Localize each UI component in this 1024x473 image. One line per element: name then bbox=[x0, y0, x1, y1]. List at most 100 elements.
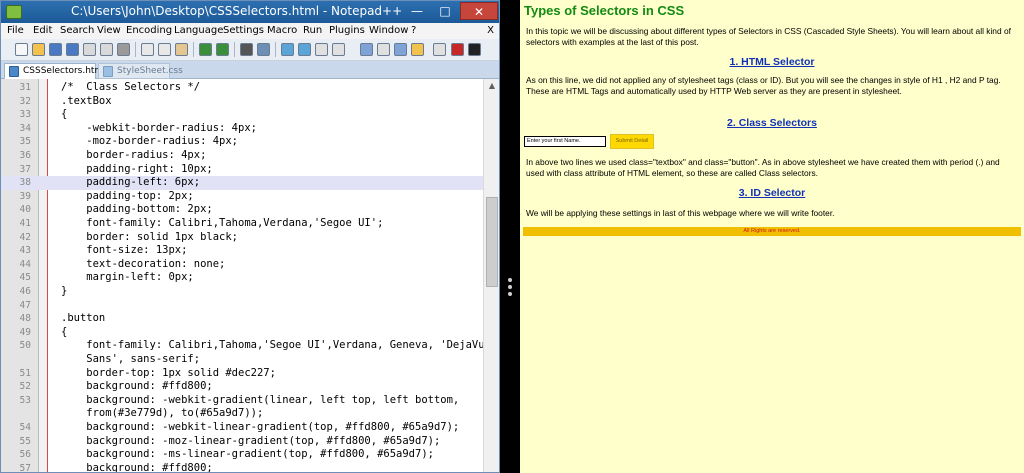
code-line[interactable]: 36 border-radius: 4px; bbox=[1, 149, 483, 163]
record-macro-icon[interactable] bbox=[451, 43, 464, 56]
splitter-handle-icon[interactable] bbox=[508, 278, 512, 296]
code-line[interactable]: 32 .textBox bbox=[1, 95, 483, 109]
menu-file[interactable]: File bbox=[7, 25, 24, 36]
undo-icon[interactable] bbox=[199, 43, 212, 56]
menu-plugins[interactable]: Plugins bbox=[329, 25, 365, 36]
line-number: 56 bbox=[19, 449, 31, 461]
menu-search[interactable]: Search bbox=[60, 25, 94, 36]
menu-settings[interactable]: Settings bbox=[223, 25, 264, 36]
code-line[interactable]: 48 .button bbox=[1, 312, 483, 326]
close-all-icon[interactable] bbox=[100, 43, 113, 56]
code-text: padding-left: 6px; bbox=[61, 176, 201, 189]
first-name-textbox[interactable]: Enter your first Name. bbox=[524, 136, 606, 147]
line-number: 42 bbox=[19, 231, 31, 243]
open-file-icon[interactable] bbox=[32, 43, 45, 56]
code-line[interactable]: 39 padding-top: 2px; bbox=[1, 190, 483, 204]
save-all-icon[interactable] bbox=[66, 43, 79, 56]
code-line[interactable]: 41 font-family: Calibri,Tahoma,Verdana,'… bbox=[1, 217, 483, 231]
code-line[interactable]: 55 background: -moz-linear-gradient(top,… bbox=[1, 435, 483, 449]
close-button[interactable]: ✕ bbox=[460, 2, 498, 20]
code-line[interactable]: 53 background: -webkit-gradient(linear, … bbox=[1, 394, 483, 408]
print-icon[interactable] bbox=[117, 43, 130, 56]
menu-view[interactable]: View bbox=[97, 25, 121, 36]
sync-scroll-icon[interactable] bbox=[315, 43, 328, 56]
line-number: 47 bbox=[19, 299, 31, 311]
tab-stylesheet[interactable]: StyleSheet.css bbox=[98, 63, 183, 79]
menu-help[interactable]: ? bbox=[411, 25, 416, 36]
code-line[interactable]: 33 { bbox=[1, 108, 483, 122]
user-language-icon[interactable] bbox=[411, 43, 424, 56]
code-line[interactable]: 43 font-size: 13px; bbox=[1, 244, 483, 258]
show-all-chars-icon[interactable] bbox=[377, 43, 390, 56]
sync-horizontal-icon[interactable] bbox=[332, 43, 345, 56]
code-editor[interactable]: 31 /* Class Selectors */ 32 .textBox 33 {34 -… bbox=[1, 79, 483, 472]
toolbar bbox=[1, 39, 499, 61]
redo-icon[interactable] bbox=[216, 43, 229, 56]
code-line[interactable]: 57 background: #ffd800; bbox=[1, 462, 483, 472]
code-line[interactable]: 50 font-family: Calibri,Tahoma,'Segoe UI… bbox=[1, 339, 483, 353]
code-line[interactable]: 34 -webkit-border-radius: 4px; bbox=[1, 122, 483, 136]
code-line[interactable]: 37 padding-right: 10px; bbox=[1, 163, 483, 177]
code-line[interactable]: 47 bbox=[1, 299, 483, 313]
code-text: padding-right: 10px; bbox=[61, 162, 213, 175]
menu-window[interactable]: Window bbox=[369, 25, 408, 36]
code-line[interactable]: 54 background: -webkit-linear-gradient(t… bbox=[1, 421, 483, 435]
menu-macro[interactable]: Macro bbox=[267, 25, 297, 36]
code-line[interactable]: 46} bbox=[1, 285, 483, 299]
cut-icon[interactable] bbox=[141, 43, 154, 56]
zoom-out-icon[interactable] bbox=[298, 43, 311, 56]
scroll-up-arrow-icon[interactable]: ▲ bbox=[484, 79, 499, 93]
code-text: background: -webkit-linear-gradient(top,… bbox=[61, 421, 460, 433]
code-line[interactable]: 49 { bbox=[1, 326, 483, 340]
menu-language[interactable]: Language bbox=[174, 25, 223, 36]
save-icon[interactable] bbox=[49, 43, 62, 56]
code-line[interactable]: 31 /* Class Selectors */ bbox=[1, 81, 483, 95]
line-number: 41 bbox=[19, 218, 31, 229]
submit-detail-button[interactable]: Submit Detail bbox=[610, 134, 654, 149]
code-line[interactable]: Sans', sans-serif; bbox=[1, 353, 483, 367]
toolbar-separator bbox=[275, 42, 276, 57]
line-number: 53 bbox=[19, 394, 31, 406]
menu-edit[interactable]: Edit bbox=[33, 25, 52, 36]
code-line[interactable]: 35 -moz-border-radius: 4px; bbox=[1, 135, 483, 149]
code-line[interactable]: from(#3e779d), to(#65a9d7)); bbox=[1, 407, 483, 421]
menu-run[interactable]: Run bbox=[303, 25, 322, 36]
scroll-thumb[interactable] bbox=[486, 197, 498, 287]
code-line[interactable]: 44 text-decoration: none; bbox=[1, 258, 483, 272]
title-bar[interactable]: C:\Users\John\Desktop\CSSSelectors.html … bbox=[1, 1, 499, 23]
zoom-in-icon[interactable] bbox=[281, 43, 294, 56]
code-line[interactable]: 40 padding-bottom: 2px; bbox=[1, 203, 483, 217]
snap-splitter[interactable] bbox=[500, 0, 520, 473]
toolbar-separator bbox=[135, 42, 136, 57]
vertical-scrollbar[interactable]: ▲ bbox=[483, 79, 499, 472]
heading-html-selector: 1. HTML Selector bbox=[729, 56, 815, 68]
stop-macro-icon[interactable] bbox=[468, 43, 481, 56]
code-line[interactable]: 51 border-top: 1px solid #dec227; bbox=[1, 367, 483, 381]
saved-file-icon bbox=[103, 66, 113, 77]
code-text: padding-top: 2px; bbox=[61, 189, 194, 202]
code-line[interactable]: 42 border: solid 1px black; bbox=[1, 231, 483, 245]
paste-icon[interactable] bbox=[175, 43, 188, 56]
line-number: 45 bbox=[19, 272, 31, 284]
code-line[interactable]: 56 background: -ms-linear-gradient(top, … bbox=[1, 448, 483, 462]
code-line[interactable]: 52 background: #ffd800; bbox=[1, 380, 483, 394]
copy-icon[interactable] bbox=[158, 43, 171, 56]
replace-icon[interactable] bbox=[257, 43, 270, 56]
maximize-button[interactable]: □ bbox=[432, 2, 458, 20]
indent-guide-icon[interactable] bbox=[394, 43, 407, 56]
line-number: 39 bbox=[19, 190, 31, 202]
notepadpp-app-icon[interactable] bbox=[6, 5, 22, 19]
menu-encoding[interactable]: Encoding bbox=[126, 25, 172, 36]
minimize-button[interactable]: — bbox=[404, 2, 430, 20]
heading-class-selectors: 2. Class Selectors bbox=[727, 117, 817, 129]
current-line[interactable]: 38 padding-left: 6px; bbox=[1, 176, 483, 190]
tab-cssselectors[interactable]: CSSSelectors.html bbox=[4, 63, 106, 79]
close-file-icon[interactable] bbox=[83, 43, 96, 56]
new-file-icon[interactable] bbox=[15, 43, 28, 56]
word-wrap-icon[interactable] bbox=[360, 43, 373, 56]
doc-map-icon[interactable] bbox=[433, 43, 446, 56]
code-line[interactable]: 45 margin-left: 0px; bbox=[1, 271, 483, 285]
id-selector-paragraph: We will be applying these settings in la… bbox=[526, 208, 835, 218]
close-document-icon[interactable]: X bbox=[487, 25, 494, 36]
find-icon[interactable] bbox=[240, 43, 253, 56]
